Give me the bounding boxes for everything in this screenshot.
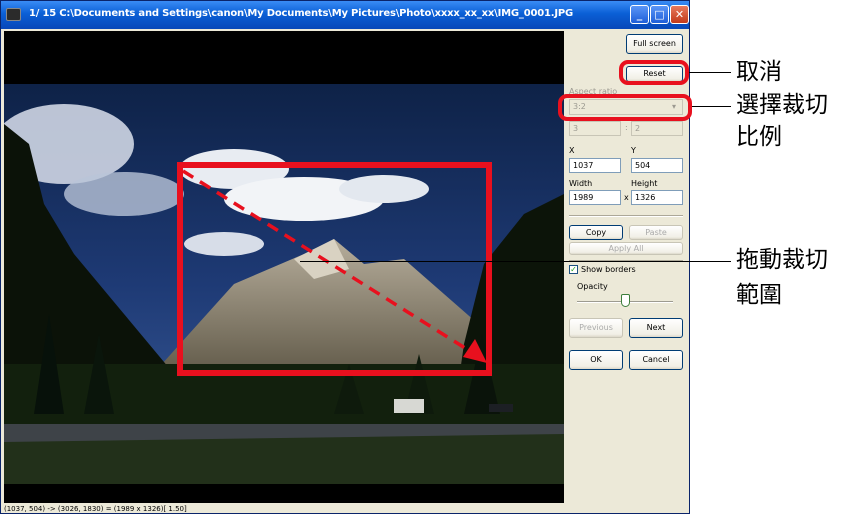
annotation-aspect-line2: 比例: [736, 124, 782, 150]
show-borders-label: Show borders: [581, 265, 636, 274]
status-bar: (1037, 504) -> (3026, 1830) = (1989 x 13…: [4, 505, 187, 513]
height-label: Height: [631, 179, 658, 188]
height-field[interactable]: 1326: [631, 190, 683, 205]
x-field[interactable]: 1037: [569, 158, 621, 173]
previous-button[interactable]: Previous: [569, 318, 623, 338]
paste-button[interactable]: Paste: [629, 225, 683, 240]
annotation-drag-line2: 範圍: [736, 282, 782, 308]
x-label: X: [569, 146, 575, 155]
annotation-aspect-line1: 選擇裁切: [736, 92, 828, 118]
apply-all-button[interactable]: Apply All: [569, 242, 683, 255]
ratio-width-field[interactable]: 3: [569, 121, 621, 136]
next-button[interactable]: Next: [629, 318, 683, 338]
drag-leader-line: [300, 261, 731, 262]
y-label: Y: [631, 146, 636, 155]
aspect-leader-line: [692, 106, 731, 107]
annotation-reset: 取消: [736, 59, 782, 85]
reset-highlight: [619, 60, 689, 85]
y-field[interactable]: 504: [631, 158, 683, 173]
ok-button[interactable]: OK: [569, 350, 623, 370]
ratio-height-field[interactable]: 2: [631, 121, 683, 136]
opacity-slider-thumb[interactable]: [620, 294, 630, 307]
crop-tool-window: 1/ 15 C:\Documents and Settings\canon\My…: [0, 0, 690, 514]
opacity-label: Opacity: [577, 282, 608, 291]
full-screen-button[interactable]: Full screen: [626, 34, 683, 54]
width-label: Width: [569, 179, 593, 188]
aspect-ratio-highlight: [558, 94, 692, 121]
show-borders-checkbox[interactable]: ✓: [569, 265, 578, 274]
copy-button[interactable]: Copy: [569, 225, 623, 240]
divider: [569, 215, 683, 217]
reset-leader-line: [689, 72, 731, 73]
dimension-separator: x: [624, 193, 629, 202]
ratio-separator: :: [625, 123, 628, 132]
annotation-drag-line1: 拖動裁切: [736, 247, 828, 273]
cancel-button[interactable]: Cancel: [629, 350, 683, 370]
width-field[interactable]: 1989: [569, 190, 621, 205]
